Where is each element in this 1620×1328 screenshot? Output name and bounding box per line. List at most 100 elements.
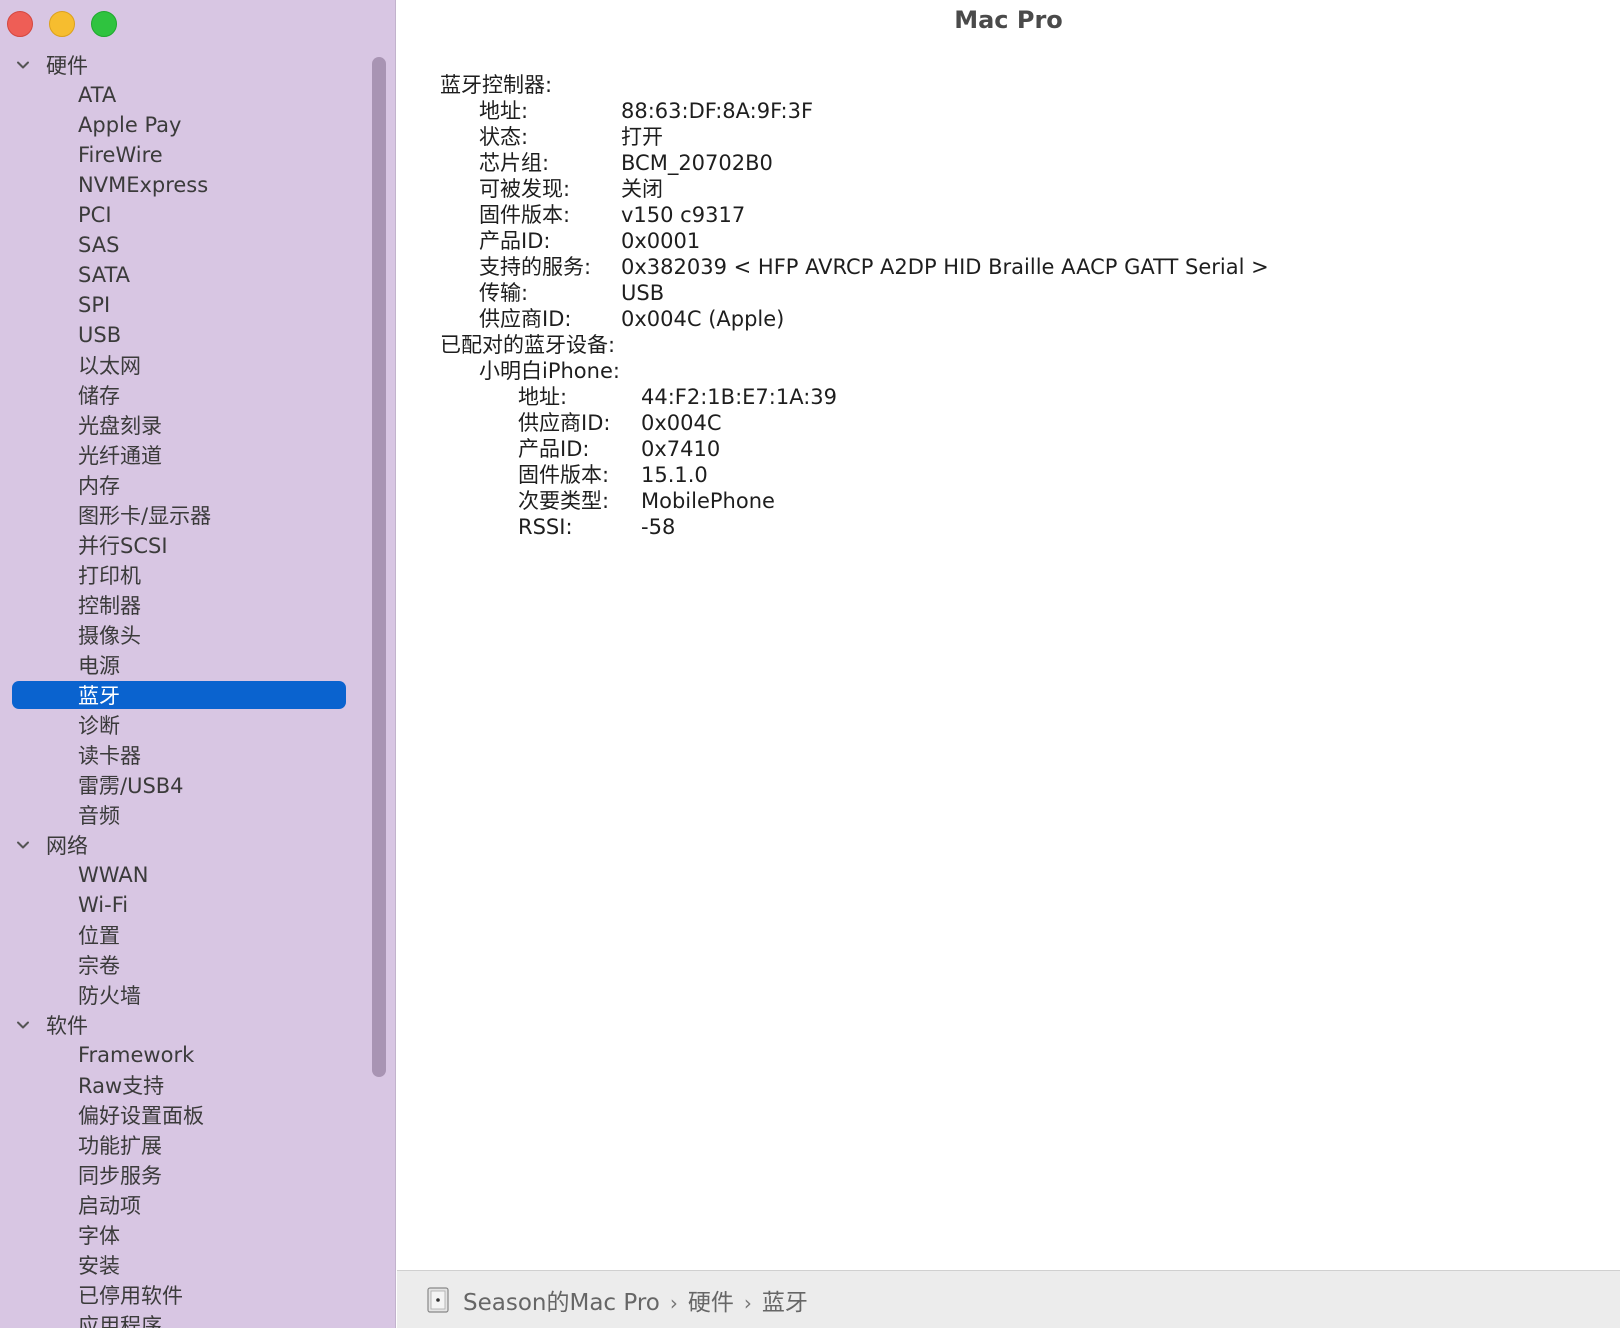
sidebar-item[interactable]: 应用程序 xyxy=(0,1310,370,1328)
sidebar-item[interactable]: 宗卷 xyxy=(0,950,370,980)
property-value: 88:63:DF:8A:9F:3F xyxy=(621,99,814,123)
sidebar-item[interactable]: 音频 xyxy=(0,800,370,830)
sidebar-item[interactable]: 读卡器 xyxy=(0,740,370,770)
sidebar-item[interactable]: 诊断 xyxy=(0,710,370,740)
sidebar-item[interactable]: 光盘刻录 xyxy=(0,410,370,440)
sidebar-group[interactable]: 网络 xyxy=(0,830,370,860)
sidebar-item-label: SPI xyxy=(78,293,111,317)
breadcrumb-item[interactable]: 硬件 xyxy=(688,1290,734,1316)
sidebar-item-label: Framework xyxy=(78,1043,195,1067)
property-key: 产品ID: xyxy=(479,229,551,253)
property-value: USB xyxy=(621,281,665,305)
sidebar-item[interactable]: 摄像头 xyxy=(0,620,370,650)
chevron-down-icon[interactable] xyxy=(0,57,46,73)
property-value: 0x7410 xyxy=(641,437,721,461)
sidebar-item[interactable]: 控制器 xyxy=(0,590,370,620)
sidebar-item-label: 诊断 xyxy=(78,714,120,738)
property-key: 传输: xyxy=(479,281,529,305)
property-key: 支持的服务: xyxy=(479,255,592,279)
minimize-button[interactable] xyxy=(49,11,75,37)
sidebar-item[interactable]: 储存 xyxy=(0,380,370,410)
sidebar-item[interactable]: Raw支持 xyxy=(0,1070,370,1100)
sidebar-item[interactable]: 打印机 xyxy=(0,560,370,590)
property-row: 产品ID: 0x7410 xyxy=(440,436,1269,462)
sidebar-item-label: 偏好设置面板 xyxy=(78,1104,204,1128)
sidebar-item[interactable]: 防火墙 xyxy=(0,980,370,1010)
sidebar-item-label: ATA xyxy=(78,83,117,107)
sidebar-item[interactable]: 并行SCSI xyxy=(0,530,370,560)
property-row: 产品ID: 0x0001 xyxy=(440,228,1269,254)
property-key: 可被发现: xyxy=(479,177,571,201)
property-row: 地址: 88:63:DF:8A:9F:3F xyxy=(440,98,1269,124)
sidebar-item[interactable]: 雷雳/USB4 xyxy=(0,770,370,800)
section-header: 已配对的蓝牙设备: xyxy=(440,333,616,357)
sidebar-item-label: 光纤通道 xyxy=(78,444,162,468)
property-row: 固件版本: 15.1.0 xyxy=(440,462,1269,488)
sidebar-item-label: 已停用软件 xyxy=(78,1284,183,1308)
sidebar-item-label: Apple Pay xyxy=(78,113,182,137)
sidebar-item-label: USB xyxy=(78,323,122,347)
sidebar-group-label: 硬件 xyxy=(46,54,88,78)
sidebar-item[interactable]: SAS xyxy=(0,230,370,260)
sidebar-item[interactable]: Wi-Fi xyxy=(0,890,370,920)
property-value: 15.1.0 xyxy=(641,463,708,487)
sidebar-item[interactable]: 启动项 xyxy=(0,1190,370,1220)
property-row: 可被发现: 关闭 xyxy=(440,176,1269,202)
section-header: 小明白iPhone: xyxy=(479,359,620,383)
property-row: 供应商ID: 0x004C xyxy=(440,410,1269,436)
sidebar-item[interactable]: WWAN xyxy=(0,860,370,890)
sidebar-item[interactable]: SPI xyxy=(0,290,370,320)
sidebar-item[interactable]: 同步服务 xyxy=(0,1160,370,1190)
sidebar-item[interactable]: 功能扩展 xyxy=(0,1130,370,1160)
sidebar-item[interactable]: FireWire xyxy=(0,140,370,170)
sidebar-item[interactable]: 内存 xyxy=(0,470,370,500)
sidebar-item[interactable]: NVMExpress xyxy=(0,170,370,200)
sidebar-item-label: 音频 xyxy=(78,804,120,828)
sidebar-item[interactable]: Apple Pay xyxy=(0,110,370,140)
sidebar-scrollbar[interactable] xyxy=(372,57,386,1077)
property-value: BCM_20702B0 xyxy=(621,151,773,175)
property-value: MobilePhone xyxy=(641,489,775,513)
property-value: v150 c9317 xyxy=(621,203,746,227)
sidebar-item-label: SAS xyxy=(78,233,120,257)
sidebar-item[interactable]: 光纤通道 xyxy=(0,440,370,470)
sidebar-item[interactable]: 蓝牙 xyxy=(0,680,370,710)
chevron-down-icon[interactable] xyxy=(0,837,46,853)
sidebar-group[interactable]: 软件 xyxy=(0,1010,370,1040)
sidebar: 硬件 ATA Apple Pay FireWire NVMExpress PCI SAS SA… xyxy=(0,0,396,1328)
sidebar-item[interactable]: SATA xyxy=(0,260,370,290)
sidebar-item-label: 并行SCSI xyxy=(78,534,168,558)
property-row: 供应商ID: 0x004C (Apple) xyxy=(440,306,1269,332)
sidebar-item-label: 蓝牙 xyxy=(78,684,120,708)
sidebar-group[interactable]: 硬件 xyxy=(0,50,370,80)
sidebar-item[interactable]: 字体 xyxy=(0,1220,370,1250)
sidebar-item-label: SATA xyxy=(78,263,131,287)
sidebar-item[interactable]: 图形卡/显示器 xyxy=(0,500,370,530)
sidebar-item[interactable]: 位置 xyxy=(0,920,370,950)
detail-pane: Mac Pro 蓝牙控制器: 地址: 88:63:DF:8A:9F:3F 状态: 打开芯… xyxy=(397,0,1620,1270)
breadcrumb-separator-icon: › xyxy=(669,1290,678,1315)
zoom-button[interactable] xyxy=(91,11,117,37)
chevron-down-icon[interactable] xyxy=(0,1017,46,1033)
breadcrumb-separator-icon: › xyxy=(743,1290,752,1315)
sidebar-item[interactable]: 偏好设置面板 xyxy=(0,1100,370,1130)
bluetooth-details: 蓝牙控制器: 地址: 88:63:DF:8A:9F:3F 状态: 打开 芯片组: BCM_2… xyxy=(440,72,1269,540)
sidebar-item[interactable]: USB xyxy=(0,320,370,350)
sidebar-item[interactable]: PCI xyxy=(0,200,370,230)
sidebar-item[interactable]: Framework xyxy=(0,1040,370,1070)
property-key: 供应商ID: xyxy=(479,307,572,331)
sidebar-item[interactable]: 已停用软件 xyxy=(0,1280,370,1310)
sidebar-item[interactable]: 安装 xyxy=(0,1250,370,1280)
mac-pro-icon xyxy=(427,1286,449,1313)
sidebar-item[interactable]: 电源 xyxy=(0,650,370,680)
sidebar-item[interactable]: ATA xyxy=(0,80,370,110)
close-button[interactable] xyxy=(7,11,33,37)
sidebar-item[interactable]: 以太网 xyxy=(0,350,370,380)
property-value: 0x382039 < HFP AVRCP A2DP HID Braille AA… xyxy=(621,255,1269,279)
property-row: 支持的服务: 0x382039 < HFP AVRCP A2DP HID Brai… xyxy=(440,254,1269,280)
sidebar-item-label: 读卡器 xyxy=(78,744,141,768)
breadcrumb-item[interactable]: 蓝牙 xyxy=(762,1290,808,1316)
property-row: 地址: 44:F2:1B:E7:1A:39 xyxy=(440,384,1269,410)
sidebar-item-label: 雷雳/USB4 xyxy=(78,774,184,798)
breadcrumb-item[interactable]: Season的Mac Pro xyxy=(463,1290,660,1316)
